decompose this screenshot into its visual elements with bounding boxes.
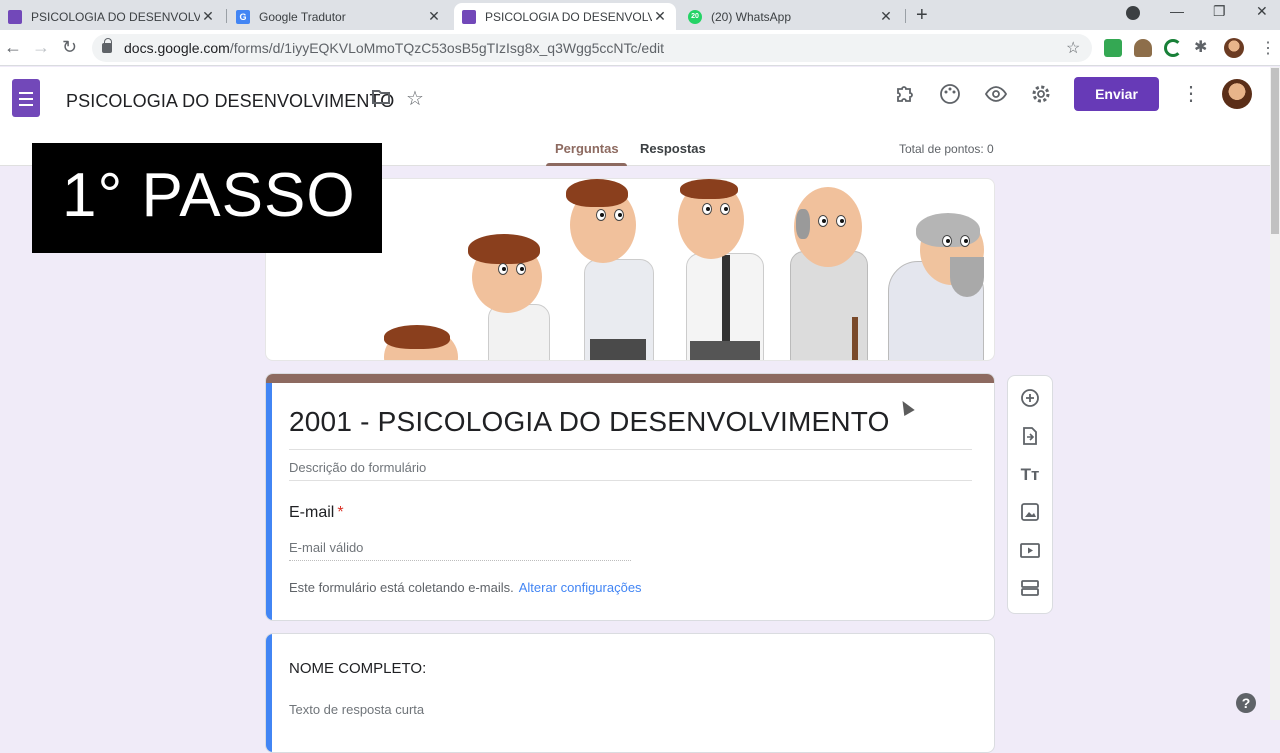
step-overlay-label: 1° PASSO	[62, 161, 356, 230]
tab-title: PSICOLOGIA DO DESENVOLVIME	[31, 9, 200, 24]
selected-card-indicator	[266, 383, 272, 620]
addons-puzzle-icon[interactable]	[893, 83, 917, 107]
google-translate-icon: G	[236, 9, 250, 24]
tab-separator	[226, 9, 227, 23]
form-title-card[interactable]: 2001 - PSICOLOGIA DO DESENVOLVIMENTO Des…	[265, 373, 995, 621]
tab-responses[interactable]: Respostas	[640, 141, 706, 156]
add-image-icon[interactable]	[1019, 502, 1041, 524]
add-section-icon[interactable]	[1019, 578, 1041, 600]
preview-eye-icon[interactable]	[984, 83, 1008, 107]
profile-avatar[interactable]	[1224, 38, 1244, 58]
google-forms-icon	[8, 9, 22, 24]
folder-icon[interactable]	[369, 88, 393, 112]
palette-icon[interactable]	[938, 83, 962, 107]
form-title-input[interactable]: 2001 - PSICOLOGIA DO DESENVOLVIMENTO	[289, 406, 890, 438]
back-icon[interactable]: ←	[4, 37, 22, 58]
puzzle-extensions-icon[interactable]: ✱	[1194, 39, 1212, 57]
close-tab-icon[interactable]: ✕	[878, 8, 894, 25]
url-input[interactable]: docs.google.com/forms/d/1iyyEQKVLoMmoTQz…	[92, 34, 1092, 62]
google-forms-logo-icon[interactable]	[12, 79, 40, 117]
import-questions-icon[interactable]	[1019, 426, 1041, 448]
browser-tab-whatsapp[interactable]: 20 (20) WhatsApp ✕	[680, 3, 902, 30]
bookmark-star-icon[interactable]: ☆	[1066, 38, 1080, 58]
browser-tab-strip: PSICOLOGIA DO DESENVOLVIME ✕ G Google Tr…	[0, 0, 1280, 30]
document-title[interactable]: PSICOLOGIA DO DESENVOLVIMENTO	[66, 91, 394, 112]
required-asterisk: *	[337, 504, 344, 521]
url-path: /forms/d/1iyyEQKVLoMmoTQzC53osB5gTIzIsg8…	[229, 40, 665, 56]
add-question-icon[interactable]	[1019, 388, 1041, 410]
short-answer-placeholder: Texto de resposta curta	[289, 702, 425, 717]
account-avatar[interactable]	[1222, 79, 1252, 109]
question-toolbar: Tт	[1007, 375, 1053, 614]
email-question-label: E-mail *	[289, 504, 344, 522]
question-card[interactable]: NOME COMPLETO: Texto de resposta curta	[265, 633, 995, 753]
question-title[interactable]: NOME COMPLETO:	[289, 660, 426, 677]
tab-questions[interactable]: Perguntas	[555, 141, 619, 156]
browser-tab-forms-active[interactable]: PSICOLOGIA DO DESENVOLVIME ✕	[454, 3, 676, 30]
tab-separator	[905, 9, 906, 23]
address-bar-row: ← → ↻ docs.google.com/forms/d/1iyyEQKVLo…	[0, 30, 1280, 66]
active-tab-indicator	[546, 163, 627, 166]
browser-tab-translate[interactable]: G Google Tradutor ✕	[228, 3, 450, 30]
browser-tab-forms-1[interactable]: PSICOLOGIA DO DESENVOLVIME ✕	[0, 3, 224, 30]
extension-icon[interactable]	[1164, 39, 1182, 57]
tab-title: (20) WhatsApp	[711, 9, 792, 24]
add-video-icon[interactable]	[1019, 540, 1041, 562]
extension-icon[interactable]	[1104, 39, 1122, 57]
help-icon[interactable]: ?	[1236, 693, 1256, 713]
close-window-icon[interactable]: ✕	[1256, 3, 1268, 20]
chrome-menu-icon[interactable]: ⋮	[1260, 38, 1276, 58]
profile-dropdown-icon[interactable]	[1126, 6, 1140, 20]
close-tab-icon[interactable]: ✕	[200, 8, 216, 25]
restore-icon[interactable]: ❐	[1213, 3, 1226, 20]
close-tab-icon[interactable]: ✕	[426, 8, 442, 25]
email-field[interactable]: E-mail válido	[289, 540, 363, 555]
divider	[289, 449, 972, 450]
extension-icon[interactable]	[1134, 39, 1152, 57]
close-tab-icon[interactable]: ✕	[652, 8, 668, 25]
add-title-icon[interactable]: Tт	[1019, 464, 1041, 486]
email-field-underline	[289, 560, 631, 561]
lock-icon	[102, 38, 112, 53]
google-forms-icon	[462, 9, 476, 24]
reload-icon[interactable]: ↻	[62, 37, 77, 58]
star-icon[interactable]: ☆	[403, 87, 427, 111]
divider	[289, 480, 972, 481]
whatsapp-icon: 20	[688, 9, 702, 24]
theme-color-bar	[266, 374, 994, 383]
card-left-indicator	[266, 634, 272, 752]
collecting-note-text: Este formulário está coletando e-mails.	[289, 580, 514, 595]
change-settings-link[interactable]: Alterar configurações	[519, 580, 642, 595]
total-points: Total de pontos: 0	[899, 142, 994, 156]
forward-icon[interactable]: →	[32, 37, 50, 58]
new-tab-button[interactable]: +	[916, 4, 928, 27]
form-description-input[interactable]: Descrição do formulário	[289, 460, 426, 475]
scrollbar-thumb[interactable]	[1271, 68, 1279, 234]
url-host: docs.google.com	[124, 40, 230, 56]
send-button[interactable]: Enviar	[1074, 77, 1159, 111]
tab-title: PSICOLOGIA DO DESENVOLVIME	[485, 9, 652, 24]
more-options-icon[interactable]: ⋮	[1179, 82, 1203, 106]
minimize-icon[interactable]: —	[1170, 3, 1184, 19]
email-label-text: E-mail	[289, 504, 335, 521]
email-collecting-note: Este formulário está coletando e-mails. A…	[289, 580, 642, 595]
settings-gear-icon[interactable]	[1029, 83, 1053, 107]
tab-title: Google Tradutor	[259, 9, 346, 24]
